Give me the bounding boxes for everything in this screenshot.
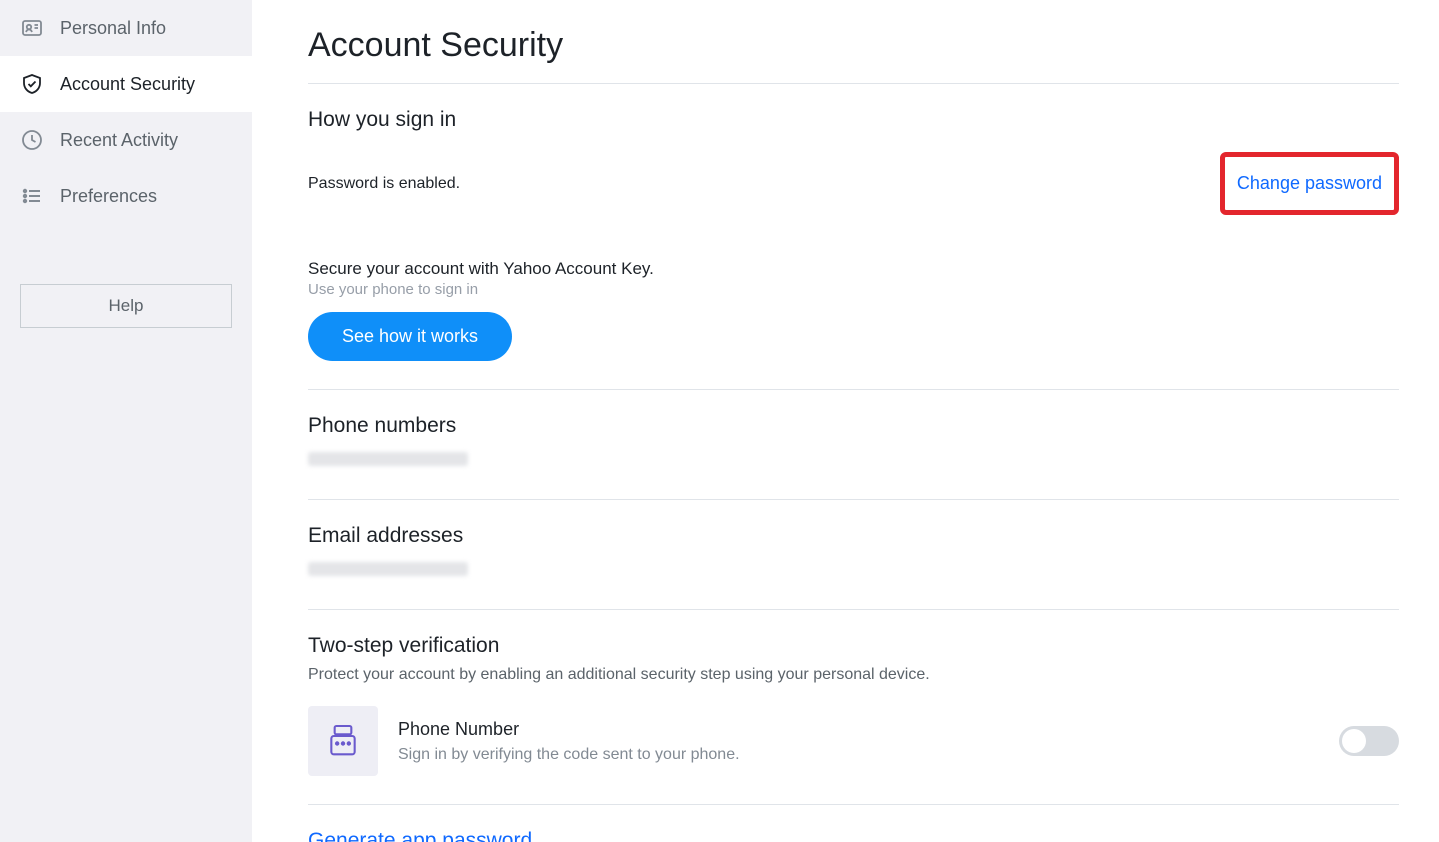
section-phone-numbers: Phone numbers <box>308 389 1399 499</box>
two-step-toggle[interactable] <box>1339 726 1399 756</box>
two-step-method-label: Phone Number <box>398 719 1339 740</box>
sidebar-item-label: Recent Activity <box>60 130 178 151</box>
email-address-redacted <box>308 562 468 576</box>
password-status-text: Password is enabled. <box>308 175 460 193</box>
change-password-link[interactable]: Change password <box>1237 173 1382 193</box>
generate-app-password-link[interactable]: Generate app password <box>308 829 1399 842</box>
page-title: Account Security <box>308 26 1399 65</box>
settings-sidebar: Personal Info Account Security Recent Ac… <box>0 0 252 842</box>
shield-check-icon <box>20 72 44 96</box>
sidebar-item-label: Preferences <box>60 186 157 207</box>
see-how-it-works-button[interactable]: See how it works <box>308 312 512 361</box>
section-how-you-sign-in: How you sign in Password is enabled. Cha… <box>308 83 1399 389</box>
phone-keypad-icon <box>308 706 378 776</box>
sidebar-item-account-security[interactable]: Account Security <box>0 56 252 112</box>
change-password-highlight: Change password <box>1220 152 1399 215</box>
phone-number-redacted <box>308 452 468 466</box>
section-subheading: Protect your account by enabling an addi… <box>308 666 1399 684</box>
sidebar-item-label: Personal Info <box>60 18 166 39</box>
section-heading: Two-step verification <box>308 634 1399 658</box>
section-email-addresses: Email addresses <box>308 499 1399 609</box>
account-key-block: Secure your account with Yahoo Account K… <box>308 259 1399 361</box>
sidebar-item-recent-activity[interactable]: Recent Activity <box>0 112 252 168</box>
main-content: Account Security How you sign in Passwor… <box>252 0 1439 842</box>
sidebar-item-label: Account Security <box>60 74 195 95</box>
sidebar-item-preferences[interactable]: Preferences <box>0 168 252 224</box>
account-key-title: Secure your account with Yahoo Account K… <box>308 259 1399 279</box>
account-key-subtitle: Use your phone to sign in <box>308 281 1399 298</box>
sidebar-item-personal-info[interactable]: Personal Info <box>0 0 252 56</box>
two-step-method-desc: Sign in by verifying the code sent to yo… <box>398 746 1339 764</box>
help-button[interactable]: Help <box>20 284 232 328</box>
section-two-step-verification: Two-step verification Protect your accou… <box>308 609 1399 804</box>
list-icon <box>20 184 44 208</box>
clock-icon <box>20 128 44 152</box>
toggle-knob <box>1342 729 1366 753</box>
section-heading: How you sign in <box>308 108 1399 132</box>
section-heading: Phone numbers <box>308 414 1399 438</box>
id-card-icon <box>20 16 44 40</box>
section-app-password: Generate app password Create a one-time … <box>308 804 1399 842</box>
section-heading: Email addresses <box>308 524 1399 548</box>
